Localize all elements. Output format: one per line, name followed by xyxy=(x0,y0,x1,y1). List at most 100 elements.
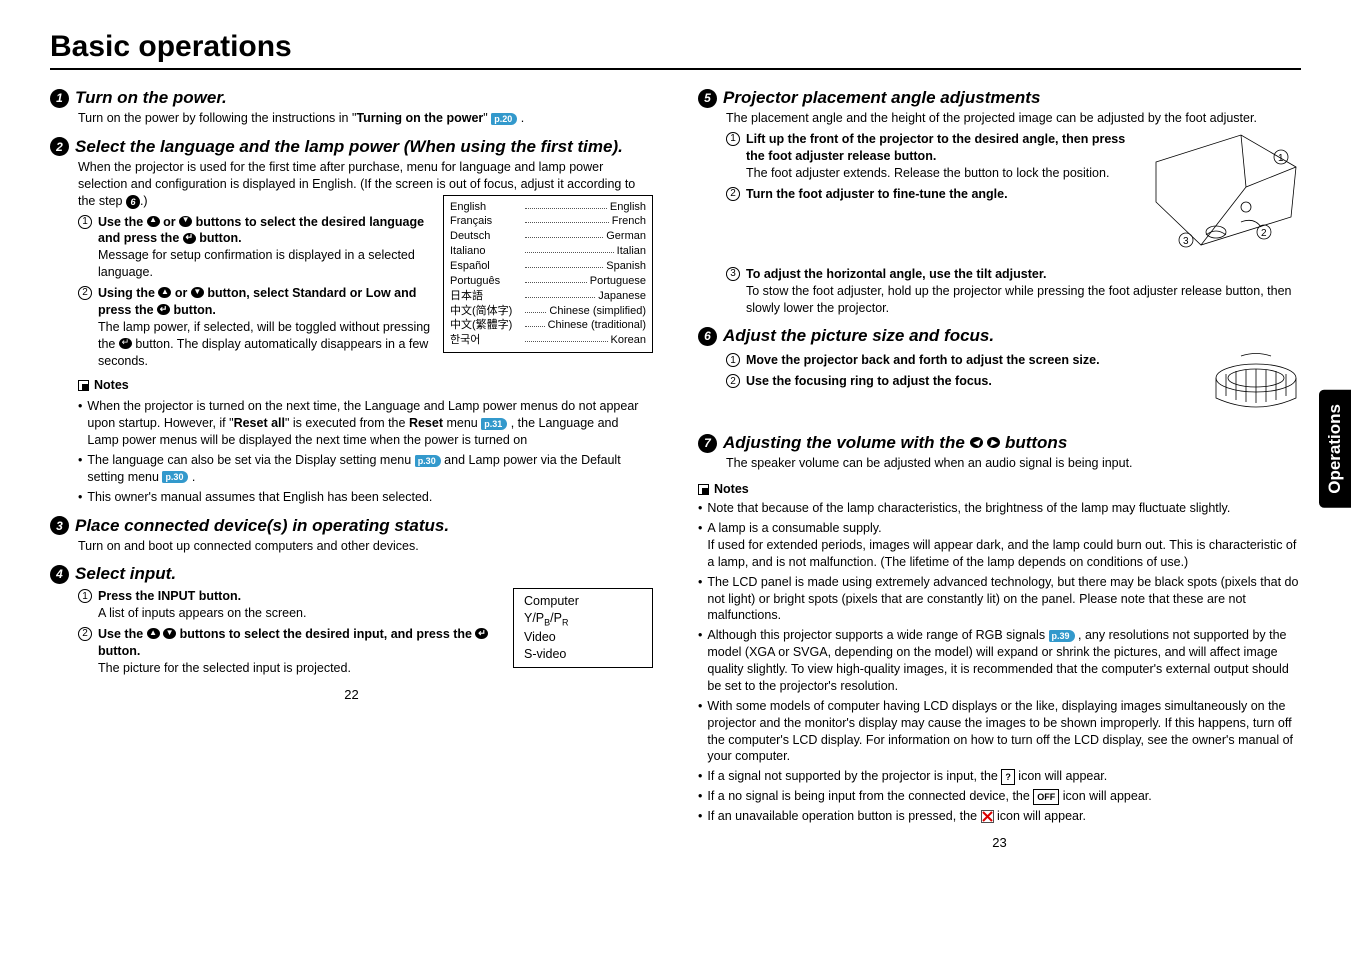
page-ref-badge: p.30 xyxy=(162,471,188,483)
note-item: If an unavailable operation button is pr… xyxy=(698,808,1301,825)
step-number-icon: 3 xyxy=(50,516,69,535)
substep-number: 2 xyxy=(78,286,92,300)
language-row: EnglishEnglish xyxy=(450,200,646,215)
note-item: If a signal not supported by the project… xyxy=(698,768,1301,785)
substep-1: 1 Move the projector back and forth to a… xyxy=(726,352,1201,369)
page-number-left: 22 xyxy=(50,687,653,702)
svg-text:2: 2 xyxy=(1261,228,1267,239)
text: The foot adjuster extends. Release the b… xyxy=(746,166,1109,180)
note-item: If a no signal is being input from the c… xyxy=(698,788,1301,805)
language-row: FrançaisFrench xyxy=(450,214,646,229)
substep-number: 2 xyxy=(726,374,740,388)
substep-number: 2 xyxy=(78,627,92,641)
left-column: 1 Turn on the power. Turn on the power b… xyxy=(50,82,653,850)
x-icon xyxy=(981,810,994,823)
notes-label: Notes xyxy=(714,482,749,496)
substep-number: 1 xyxy=(726,132,740,146)
language-list-box: EnglishEnglishFrançaisFrenchDeutschGerma… xyxy=(443,195,653,353)
text: .) xyxy=(140,194,148,208)
substep-title: Press the INPUT button. xyxy=(98,589,241,603)
page-ref-badge: p.30 xyxy=(415,455,441,467)
step-5-title: Projector placement angle adjustments xyxy=(723,88,1040,108)
step-number-icon: 4 xyxy=(50,565,69,584)
page-number-right: 23 xyxy=(698,835,1301,850)
note-item: A lamp is a consumable supply. If used f… xyxy=(698,520,1301,571)
up-button-icon: ▲ xyxy=(147,216,160,227)
step-2-title: Select the language and the lamp power (… xyxy=(75,137,623,157)
note-item: Although this projector supports a wide … xyxy=(698,627,1301,695)
substep-2: 2 Use the ▲ ▼ buttons to select the desi… xyxy=(78,626,503,677)
substep-title: Use the focusing ring to adjust the focu… xyxy=(746,374,992,388)
text: Message for setup confirmation is displa… xyxy=(98,248,415,279)
step-7-header: 7 Adjusting the volume with the ◀ ▶ butt… xyxy=(698,433,1301,453)
input-option: Y/PB/PR xyxy=(524,610,642,629)
text-bold: Turning on the power xyxy=(356,111,483,125)
text: . xyxy=(517,111,524,125)
substep-2: 2 Using the ▲ or ▼ button, select Standa… xyxy=(78,285,433,369)
up-button-icon: ▲ xyxy=(158,287,171,298)
step-5-header: 5 Projector placement angle adjustments xyxy=(698,88,1301,108)
step-number-icon: 7 xyxy=(698,434,717,453)
substep-title: Use the ▲ or ▼ buttons to select the des… xyxy=(98,215,424,246)
step-7-body: The speaker volume can be adjusted when … xyxy=(698,455,1301,472)
substep-number: 1 xyxy=(726,353,740,367)
page-title: Basic operations xyxy=(50,30,1301,70)
substep-title: Using the ▲ or ▼ button, select Standard… xyxy=(98,286,416,317)
step-number-icon: 6 xyxy=(698,327,717,346)
substep-number: 3 xyxy=(726,267,740,281)
input-option: S-video xyxy=(524,646,642,663)
enter-button-icon: ↵ xyxy=(475,628,488,639)
note-item: With some models of computer having LCD … xyxy=(698,698,1301,766)
right-button-icon: ▶ xyxy=(987,437,1000,448)
enter-button-icon: ↵ xyxy=(183,233,196,244)
step-ref-icon: 6 xyxy=(126,195,140,209)
substep-title: Move the projector back and forth to adj… xyxy=(746,353,1100,367)
down-button-icon: ▼ xyxy=(163,628,176,639)
text: Turn on the power by following the instr… xyxy=(78,111,356,125)
notes-header: Notes xyxy=(698,482,1301,496)
notes-icon xyxy=(78,380,89,391)
step-3-header: 3 Place connected device(s) in operating… xyxy=(50,516,653,536)
enter-button-icon: ↵ xyxy=(119,338,132,349)
notes-list: Note that because of the lamp characteri… xyxy=(698,500,1301,825)
step-number-icon: 2 xyxy=(50,137,69,156)
text: button. The display automatically disapp… xyxy=(98,337,428,368)
substep-1: 1 Use the ▲ or ▼ buttons to select the d… xyxy=(78,214,433,282)
note-item: When the projector is turned on the next… xyxy=(78,398,653,449)
step-3-title: Place connected device(s) in operating s… xyxy=(75,516,449,536)
language-row: 한국어Korean xyxy=(450,333,646,348)
substep-title: Turn the foot adjuster to fine-tune the … xyxy=(746,187,1008,201)
down-button-icon: ▼ xyxy=(191,287,204,298)
right-column: 5 Projector placement angle adjustments … xyxy=(698,82,1301,850)
substep-number: 2 xyxy=(726,187,740,201)
focus-ring-illustration xyxy=(1211,348,1301,423)
text: Turn on and boot up connected computers … xyxy=(78,539,419,553)
substep-3: 3 To adjust the horizontal angle, use th… xyxy=(726,266,1301,317)
language-row: 中文(繁體字)Chinese (traditional) xyxy=(450,318,646,333)
notes-header: Notes xyxy=(78,377,653,394)
svg-text:1: 1 xyxy=(1278,153,1284,164)
enter-button-icon: ↵ xyxy=(157,304,170,315)
text: The placement angle and the height of th… xyxy=(726,110,1301,127)
substep-title: Lift up the front of the projector to th… xyxy=(746,132,1125,163)
substep-2: 2 Turn the foot adjuster to fine-tune th… xyxy=(726,186,1136,203)
step-2-body: When the projector is used for the first… xyxy=(50,159,653,506)
page-ref-badge: p.31 xyxy=(481,418,507,430)
down-button-icon: ▼ xyxy=(179,216,192,227)
notes-list: When the projector is turned on the next… xyxy=(78,398,653,505)
off-icon: OFF xyxy=(1033,789,1059,805)
language-row: DeutschGerman xyxy=(450,229,646,244)
left-button-icon: ◀ xyxy=(970,437,983,448)
language-row: EspañolSpanish xyxy=(450,259,646,274)
substep-number: 1 xyxy=(78,589,92,603)
input-option: Computer xyxy=(524,593,642,610)
input-option: Video xyxy=(524,629,642,646)
step-4-body: ComputerY/PB/PRVideoS-video 1 Press the … xyxy=(50,588,653,676)
text: To stow the foot adjuster, hold up the p… xyxy=(746,284,1291,315)
input-list-box: ComputerY/PB/PRVideoS-video xyxy=(513,588,653,667)
page-ref-badge: p.20 xyxy=(491,113,517,125)
step-2-header: 2 Select the language and the lamp power… xyxy=(50,137,653,157)
language-row: PortuguêsPortuguese xyxy=(450,274,646,289)
projector-illustration: 1 2 3 xyxy=(1146,127,1301,262)
step-1-header: 1 Turn on the power. xyxy=(50,88,653,108)
